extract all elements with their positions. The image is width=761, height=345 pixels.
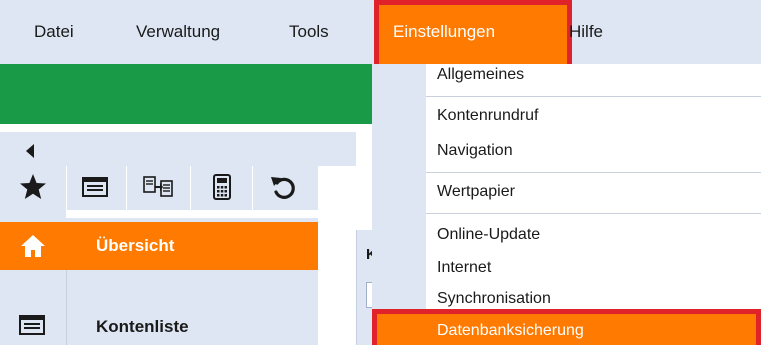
- toolbar-separator: [252, 166, 253, 210]
- dropdown-separator: [426, 172, 761, 173]
- menu-item-datenbanksicherung-label: Datenbanksicherung: [437, 322, 584, 339]
- sidebar-collapse-bar[interactable]: [0, 132, 356, 166]
- collapse-arrow-icon[interactable]: [26, 144, 34, 158]
- menu-item-allgemeines[interactable]: Allgemeines: [437, 66, 524, 84]
- refresh-icon[interactable]: [268, 172, 298, 202]
- nav-divider: [66, 270, 67, 345]
- toolbar-bottom-line: [66, 210, 318, 218]
- transfer-icon[interactable]: [142, 172, 173, 202]
- menu-datei[interactable]: Datei: [34, 0, 74, 64]
- header-divider: [0, 124, 372, 132]
- menu-item-internet[interactable]: Internet: [437, 259, 491, 277]
- nav-home-tile[interactable]: [0, 222, 66, 270]
- menu-item-navigation[interactable]: Navigation: [437, 142, 513, 160]
- menu-item-kontenrundruf[interactable]: Kontenrundruf: [437, 107, 538, 125]
- menu-verwaltung[interactable]: Verwaltung: [136, 0, 220, 64]
- calculator-icon[interactable]: [207, 172, 237, 202]
- menu-hilfe[interactable]: Hilfe: [569, 0, 603, 64]
- sidebar-gap: [318, 166, 332, 345]
- account-list-icon[interactable]: [80, 172, 110, 202]
- star-icon[interactable]: [18, 172, 48, 202]
- nav-item-kontenliste[interactable]: Kontenliste: [96, 317, 189, 337]
- toolbar-separator: [190, 166, 191, 210]
- menu-item-synchronisation[interactable]: Synchronisation: [437, 290, 551, 308]
- list-icon[interactable]: [18, 313, 46, 337]
- header-band: [0, 64, 372, 124]
- einstellungen-dropdown: [372, 64, 761, 345]
- menu-tools[interactable]: Tools: [289, 0, 329, 64]
- menu-einstellungen[interactable]: Einstellungen: [374, 0, 572, 74]
- toolbar-separator: [126, 166, 127, 210]
- menu-item-online-update[interactable]: Online-Update: [437, 226, 540, 244]
- dropdown-separator: [426, 96, 761, 97]
- menu-bar: Datei Verwaltung Tools Einstellungen Hil…: [0, 0, 761, 74]
- toolbar-separator: [66, 166, 67, 210]
- menu-item-wertpapier[interactable]: Wertpapier: [437, 183, 515, 201]
- home-icon: [21, 235, 45, 257]
- dropdown-separator: [426, 213, 761, 214]
- dropdown-icon-column: [372, 64, 426, 345]
- nav-item-label: Übersicht: [96, 236, 175, 255]
